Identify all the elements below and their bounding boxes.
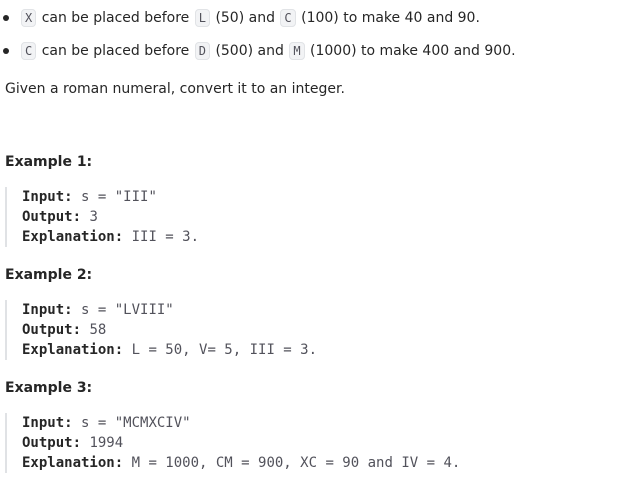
example-3-block: Input: s = "MCMXCIV" Output: 1994 Explan… xyxy=(5,413,622,473)
example-3-title: Example 3: xyxy=(5,380,93,396)
problem-statement: Given a roman numeral, convert it to an … xyxy=(5,81,345,97)
list-item-text: (100) to make 40 and 90. xyxy=(301,10,480,26)
example-input-line: Input: s = "LVIII" xyxy=(22,300,622,320)
inline-code: C xyxy=(280,9,296,27)
list-item-text: (1000) to make 400 and 900. xyxy=(310,43,516,59)
explanation-value: M = 1000, CM = 900, XC = 90 and IV = 4. xyxy=(131,455,461,471)
output-value: 1994 xyxy=(89,435,124,451)
output-label: Output: xyxy=(22,322,82,338)
example-1-block: Input: s = "III" Output: 3 Explanation: … xyxy=(5,187,622,247)
inline-code: C xyxy=(21,42,37,60)
input-label: Input: xyxy=(22,302,73,318)
inline-code: L xyxy=(194,9,210,27)
example-input-line: Input: s = "III" xyxy=(22,187,622,207)
list-item: C can be placed before D (500) and M (10… xyxy=(0,40,641,62)
constraint-list: X can be placed before L (50) and C (100… xyxy=(0,7,641,62)
input-label: Input: xyxy=(22,189,73,205)
explanation-label: Explanation: xyxy=(22,455,124,471)
example-input-line: Input: s = "MCMXCIV" xyxy=(22,413,622,433)
bullet-dot-icon xyxy=(3,48,9,54)
input-value: s = "MCMXCIV" xyxy=(81,415,191,431)
output-value: 58 xyxy=(89,322,107,338)
input-value: s = "III" xyxy=(81,189,157,205)
example-output-line: Output: 1994 xyxy=(22,433,622,453)
list-item-text: can be placed before xyxy=(41,43,190,59)
explanation-label: Explanation: xyxy=(22,229,124,245)
input-value: s = "LVIII" xyxy=(81,302,174,318)
explanation-value: III = 3. xyxy=(131,229,200,245)
example-2-block: Input: s = "LVIII" Output: 58 Explanatio… xyxy=(5,300,622,360)
example-explanation-line: Explanation: L = 50, V= 5, III = 3. xyxy=(22,340,622,360)
list-item-text: can be placed before xyxy=(41,10,190,26)
example-explanation-line: Explanation: III = 3. xyxy=(22,227,622,247)
example-1-title: Example 1: xyxy=(5,154,93,170)
list-item-text: (50) and xyxy=(215,10,275,26)
example-2-title: Example 2: xyxy=(5,267,93,283)
inline-code: D xyxy=(194,42,210,60)
output-value: 3 xyxy=(89,209,98,225)
output-label: Output: xyxy=(22,209,82,225)
inline-code: X xyxy=(21,9,37,27)
input-label: Input: xyxy=(22,415,73,431)
list-item: X can be placed before L (50) and C (100… xyxy=(0,7,641,29)
inline-code: M xyxy=(289,42,305,60)
explanation-label: Explanation: xyxy=(22,342,124,358)
list-item-text: (500) and xyxy=(215,43,284,59)
explanation-value: L = 50, V= 5, III = 3. xyxy=(131,342,318,358)
example-output-line: Output: 3 xyxy=(22,207,622,227)
example-explanation-line: Explanation: M = 1000, CM = 900, XC = 90… xyxy=(22,453,622,473)
output-label: Output: xyxy=(22,435,82,451)
bullet-dot-icon xyxy=(3,15,9,21)
example-output-line: Output: 58 xyxy=(22,320,622,340)
